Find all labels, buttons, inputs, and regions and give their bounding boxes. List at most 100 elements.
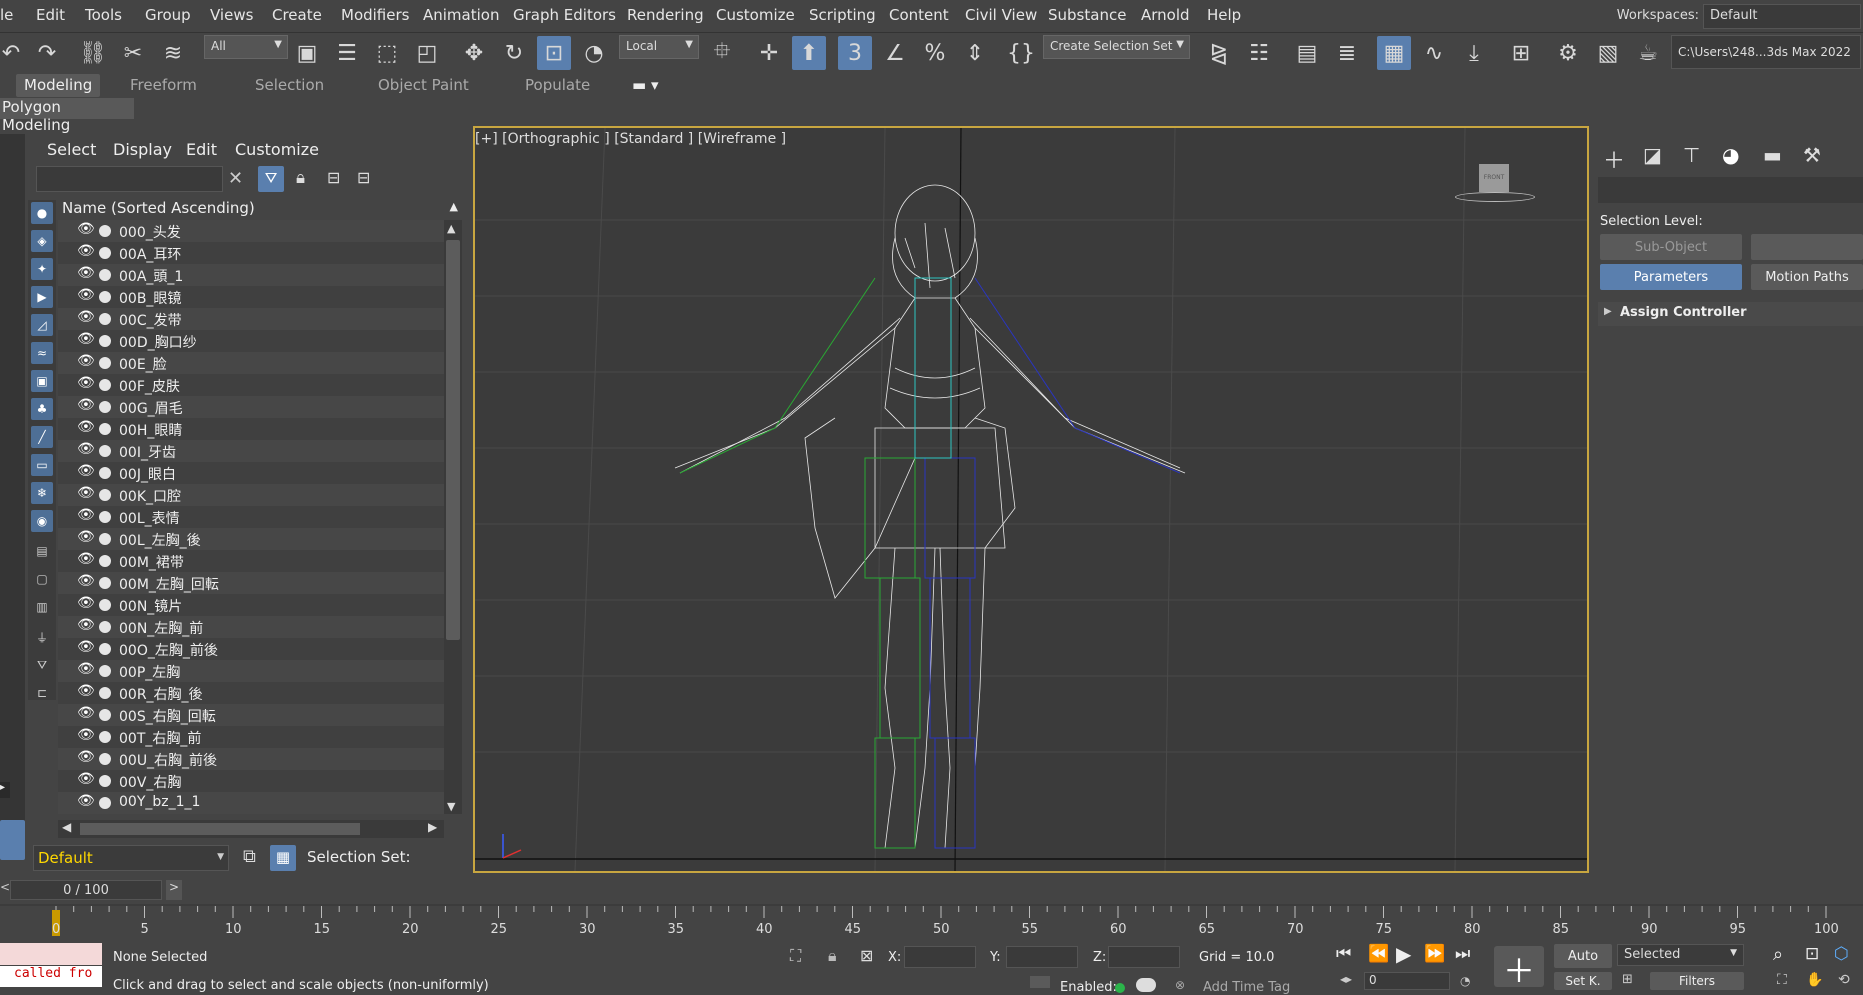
adaptive-degradation-icon[interactable]	[1030, 976, 1050, 988]
maxscript-listener[interactable]: called fro	[0, 966, 102, 987]
visibility-eye-icon[interactable]: 👁︎	[77, 727, 95, 743]
orbit-icon[interactable]: ⟲	[1838, 972, 1850, 988]
tab-modeling[interactable]: Modeling	[16, 74, 101, 97]
clear-search-icon[interactable]: ✕	[228, 168, 243, 189]
render-toggle-icon[interactable]	[99, 665, 111, 677]
project-path[interactable]: C:\Users\248...3ds Max 2022	[1671, 35, 1861, 69]
redo-icon[interactable]: ↷	[30, 36, 64, 70]
list-item[interactable]: 👁︎ 00N_镜片	[58, 594, 444, 616]
visibility-eye-icon[interactable]: 👁︎	[77, 221, 95, 237]
time-next-icon[interactable]: >	[166, 880, 182, 900]
visibility-eye-icon[interactable]: 👁︎	[77, 353, 95, 369]
spinner-snap-icon[interactable]: ⇕	[958, 36, 992, 70]
list-item[interactable]: 👁︎ 00R_右胸_後	[58, 682, 444, 704]
menu-scripting[interactable]: Scripting	[809, 6, 876, 24]
display-all-icon[interactable]: ▤	[31, 540, 53, 562]
render-toggle-icon[interactable]	[99, 225, 111, 237]
list-item[interactable]: 👁︎ 00H_眼睛	[58, 418, 444, 440]
display-frozen-icon[interactable]: ❄	[31, 482, 53, 504]
pan-view-icon[interactable]: ✋	[1806, 972, 1823, 988]
list-item[interactable]: 👁︎ 00L_左胸_後	[58, 528, 444, 550]
visibility-eye-icon[interactable]: 👁︎	[77, 463, 95, 479]
hierarchy-collapse-icon[interactable]: ⊟	[357, 168, 370, 187]
menu-arnold[interactable]: Arnold	[1141, 6, 1190, 24]
auto-key-button[interactable]: Auto	[1554, 944, 1612, 968]
field-of-view-icon[interactable]: ⛶	[1777, 972, 1787, 988]
render-toggle-icon[interactable]	[99, 511, 111, 523]
tab-populate[interactable]: Populate	[517, 74, 598, 97]
menu-edit[interactable]: Edit	[36, 6, 65, 24]
menu-animation[interactable]: Animation	[423, 6, 499, 24]
hierarchy-tab-icon[interactable]: ⊤	[1683, 143, 1700, 167]
tab-object-paint[interactable]: Object Paint	[370, 74, 477, 97]
percent-snap-icon[interactable]: %	[918, 36, 952, 70]
render-toggle-icon[interactable]	[99, 731, 111, 743]
render-toggle-icon[interactable]	[99, 599, 111, 611]
time-config-icon[interactable]: ◔	[1460, 974, 1470, 988]
display-shapes-icon[interactable]: ◈	[31, 230, 53, 252]
sub-object-button[interactable]: Sub-Object	[1600, 234, 1742, 260]
rendered-frame-window-icon[interactable]: ▧	[1591, 36, 1625, 70]
enabled-indicator[interactable]	[1115, 983, 1125, 993]
key-filter-dropdown[interactable]: Selected ▼	[1617, 944, 1744, 966]
filter-funnel-icon[interactable]: ⏚	[31, 626, 53, 648]
display-cameras-icon[interactable]: ▶	[31, 286, 53, 308]
unlink-icon[interactable]: ✂	[116, 36, 150, 70]
current-frame-field[interactable]: 0	[1364, 972, 1450, 990]
list-item[interactable]: 👁︎ 00D_胸口纱	[58, 330, 444, 352]
display-containers-icon[interactable]: ▭	[31, 454, 53, 476]
menu-substance[interactable]: Substance	[1048, 6, 1126, 24]
x-coordinate-field[interactable]	[904, 946, 976, 968]
display-groups-icon[interactable]: ▣	[31, 370, 53, 392]
visibility-eye-icon[interactable]: 👁︎	[77, 375, 95, 391]
render-toggle-icon[interactable]	[99, 357, 111, 369]
list-item[interactable]: 👁︎ 00N_左胸_前	[58, 616, 444, 638]
absolute-mode-icon[interactable]: ⊠	[860, 946, 873, 965]
placement-icon[interactable]: ◔	[577, 36, 611, 70]
layer-explorer-icon[interactable]: ≣	[1330, 36, 1364, 70]
visibility-eye-icon[interactable]: 👁︎	[77, 595, 95, 611]
window-crossing-icon[interactable]: ◰	[410, 36, 444, 70]
modify-tab-icon[interactable]: ◪	[1643, 143, 1662, 167]
pivot-center-icon[interactable]: ⯐	[705, 36, 739, 70]
visibility-eye-icon[interactable]: 👁︎	[77, 617, 95, 633]
move-icon[interactable]: ✥	[457, 36, 491, 70]
list-item[interactable]: 👁︎ 00M_裙带	[58, 550, 444, 572]
visibility-eye-icon[interactable]: 👁︎	[77, 485, 95, 501]
expand-arrow-icon[interactable]: ▸	[0, 782, 10, 798]
render-toggle-icon[interactable]	[99, 401, 111, 413]
render-toggle-icon[interactable]	[99, 291, 111, 303]
render-toggle-icon[interactable]	[99, 335, 111, 347]
display-helpers-icon[interactable]: ◿	[31, 314, 53, 336]
selection-filter-dropdown[interactable]: All ▼	[204, 35, 288, 59]
bind-space-warp-icon[interactable]: ≋	[156, 36, 190, 70]
display-bones-icon[interactable]: ╱	[31, 426, 53, 448]
filter-select-icon[interactable]: ⛛	[31, 654, 53, 676]
reference-coord-dropdown[interactable]: Local ▼	[619, 35, 699, 59]
display-none-icon[interactable]: ▢	[31, 568, 53, 590]
menu-create[interactable]: Create	[272, 6, 322, 24]
previous-frame-icon[interactable]: ⏪	[1368, 944, 1389, 964]
list-item[interactable]: 👁︎ 00L_表情	[58, 506, 444, 528]
explorer-menu-display[interactable]: Display	[113, 140, 172, 159]
list-item[interactable]: 👁︎ 00F_皮肤	[58, 374, 444, 396]
track-bar[interactable]	[0, 904, 1863, 938]
undo-icon[interactable]: ↶	[0, 36, 28, 70]
scroll-down-icon[interactable]: ▼	[447, 800, 455, 813]
named-selection-dropdown[interactable]: Create Selection Set ▼	[1043, 35, 1190, 59]
render-toggle-icon[interactable]	[99, 797, 111, 809]
list-item[interactable]: 👁︎ 00M_左胸_回転	[58, 572, 444, 594]
render-toggle-icon[interactable]	[99, 775, 111, 787]
render-toggle-icon[interactable]	[99, 467, 111, 479]
menu-modifiers[interactable]: Modifiers	[341, 6, 409, 24]
list-item[interactable]: 👁︎ 00C_发带	[58, 308, 444, 330]
schematic-view-icon[interactable]: ⊞	[1504, 36, 1538, 70]
visibility-eye-icon[interactable]: 👁︎	[77, 529, 95, 545]
ribbon-options-icon[interactable]: ▬ ▾	[624, 74, 666, 97]
isolate-selection-icon[interactable]: ⛶	[790, 946, 801, 966]
list-item[interactable]: 👁︎ 00V_右胸	[58, 770, 444, 792]
hierarchy-expand-icon[interactable]: ⊟	[327, 168, 340, 187]
list-item[interactable]: 👁︎ 000_头发	[58, 220, 444, 242]
z-coordinate-field[interactable]	[1108, 946, 1180, 968]
visibility-eye-icon[interactable]: 👁︎	[77, 683, 95, 699]
